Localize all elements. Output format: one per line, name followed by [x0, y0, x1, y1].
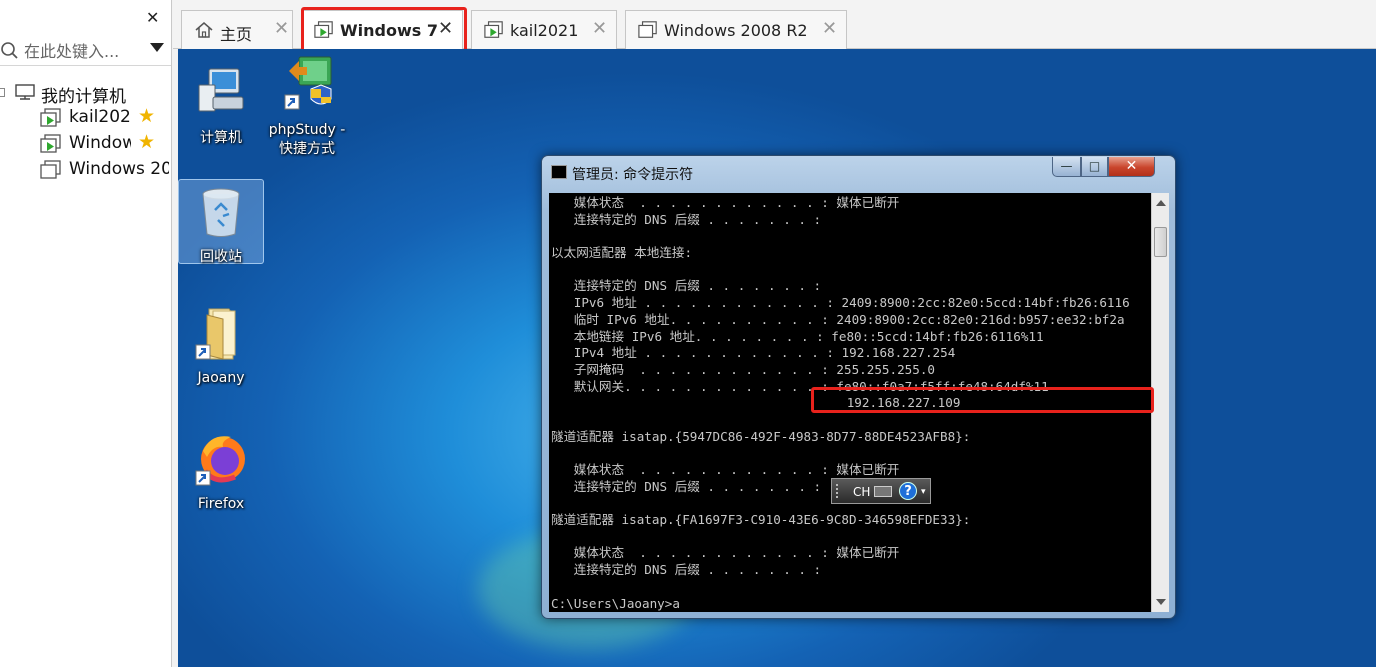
tab-close-button[interactable]: ✕ — [822, 18, 837, 39]
tab-kail2021[interactable]: kail2021 ✕ — [471, 10, 617, 49]
vm-icon — [40, 160, 61, 179]
vm-icon — [638, 21, 657, 38]
folder-icon — [195, 308, 236, 360]
console-line: 隧道适配器 isatap.{FA1697F3-C910-43E6-9C8D-34… — [551, 512, 971, 528]
scroll-up-icon[interactable] — [1156, 200, 1166, 206]
console-line: IPv6 地址 . . . . . . . . . . . . : 2409:8… — [551, 295, 1130, 311]
desktop-icon-label: Firefox — [197, 496, 245, 512]
console-line: C:\Users\Jaoany>a — [551, 595, 680, 611]
desktop-icon-firefox[interactable]: Firefox — [178, 431, 264, 514]
ime-language-bar[interactable]: CH ? ▾ — [831, 478, 931, 504]
console-line: 默认网关. . . . . . . . . . . . . : fe80::f0… — [551, 378, 1049, 394]
console-line: 媒体状态 . . . . . . . . . . . . : 媒体已断开 — [551, 462, 900, 477]
tree-item-kail2021[interactable]: kail2021 ★ — [40, 105, 171, 129]
scroll-down-icon[interactable] — [1156, 599, 1166, 605]
desktop-icon-jaoany[interactable]: Jaoany — [178, 305, 264, 388]
chevron-down-icon[interactable]: ▾ — [921, 487, 926, 497]
grip-icon[interactable] — [836, 484, 842, 498]
search-dropdown-icon[interactable] — [150, 43, 164, 52]
home-icon — [195, 22, 213, 38]
desktop-icon-computer[interactable]: 计算机 — [178, 65, 264, 148]
tab-label: kail2021 — [510, 21, 579, 40]
tree-item-label: kail2021 — [69, 107, 131, 127]
star-icon[interactable]: ★ — [138, 105, 155, 127]
console-line: 媒体状态 . . . . . . . . . . . . : 媒体已断开 — [551, 195, 900, 210]
computer-icon — [198, 68, 244, 112]
computer-icon — [15, 84, 35, 100]
desktop-icon-recycle-bin[interactable]: 回收站 — [178, 179, 264, 265]
console-area[interactable]: 媒体状态 . . . . . . . . . . . . : 媒体已断开 连接特… — [549, 193, 1169, 612]
console-output: 媒体状态 . . . . . . . . . . . . : 媒体已断开 连接特… — [551, 195, 1147, 612]
desktop-icon-label: 计算机 — [200, 130, 242, 146]
window-title: 管理员: 命令提示符 — [572, 167, 694, 183]
console-line: 临时 IPv6 地址. . . . . . . . . . : 2409:890… — [551, 311, 1125, 327]
console-line: 192.168.227.109 — [551, 395, 961, 411]
console-line: 子网掩码 . . . . . . . . . . . . : 255.255.2… — [551, 361, 935, 377]
tree-item-label: Windows 2008 R2 — [69, 159, 169, 179]
firefox-icon — [195, 436, 245, 486]
console-line: 连接特定的 DNS 后缀 . . . . . . . : — [551, 278, 822, 294]
guest-desktop: 计算机 phpStudy - 快捷方式 回收站 Jaoany Firefox 管… — [178, 49, 1376, 667]
tab-label: Windows 2008 R2 — [664, 21, 808, 40]
desktop-icon-label: 回收站 — [200, 249, 242, 265]
search-input[interactable] — [24, 39, 144, 63]
desktop-icon-phpstudy[interactable]: phpStudy - 快捷方式 — [264, 53, 350, 159]
desktop-icon-label: Jaoany — [197, 370, 245, 386]
tab-label: 主页 — [220, 25, 253, 44]
phpstudy-icon — [284, 56, 332, 110]
library-search — [0, 36, 171, 66]
vm-running-icon — [314, 21, 333, 38]
console-line: 媒体状态 . . . . . . . . . . . . : 媒体已断开 — [551, 545, 900, 561]
tree-item-label: 我的计算机 — [41, 87, 126, 104]
minimize-button[interactable]: — — [1052, 157, 1081, 177]
vm-running-icon — [40, 134, 61, 153]
help-icon[interactable]: ? — [899, 482, 917, 500]
tab-windows-7[interactable]: Windows 7 ✕ — [301, 10, 463, 49]
close-button[interactable]: ✕ — [1108, 157, 1155, 177]
cmd-icon — [551, 165, 567, 179]
library-panel: ✕ 我的计算机 kail2021 ★ Windows 7 — [0, 0, 172, 667]
vm-running-icon — [40, 108, 61, 127]
tree-item-windows-2008-r2[interactable]: Windows 2008 R2 — [40, 157, 171, 181]
tab-label: Windows 7 — [340, 21, 438, 40]
keyboard-icon[interactable] — [874, 486, 892, 497]
cmd-window[interactable]: 管理员: 命令提示符 — □ ✕ 媒体状态 . . . . . . . . . … — [541, 155, 1176, 619]
tree-item-my-computer[interactable]: 我的计算机 — [0, 80, 171, 104]
tab-close-button[interactable]: ✕ — [274, 18, 289, 39]
collapse-icon[interactable] — [0, 88, 5, 97]
maximize-button[interactable]: □ — [1081, 157, 1108, 177]
tab-close-button[interactable]: ✕ — [592, 18, 607, 39]
desktop-icon-label: phpStudy - 快捷方式 — [268, 122, 346, 157]
tab-close-button[interactable]: ✕ — [438, 18, 453, 39]
recycle-bin-icon — [202, 188, 240, 237]
star-icon[interactable]: ★ — [138, 131, 155, 153]
console-line: 连接特定的 DNS 后缀 . . . . . . . : — [551, 211, 822, 227]
ime-language-label[interactable]: CH — [853, 485, 870, 499]
console-line: 连接特定的 DNS 后缀 . . . . . . . : — [551, 562, 822, 578]
console-line: 本地链接 IPv6 地址. . . . . . . . : fe80::5ccd… — [551, 328, 1044, 344]
library-close-button[interactable]: ✕ — [146, 8, 159, 27]
tree-item-windows-7[interactable]: Windows 7 ★ — [40, 131, 171, 155]
console-line: IPv4 地址 . . . . . . . . . . . . : 192.16… — [551, 345, 956, 361]
tab-windows-2008-r2[interactable]: Windows 2008 R2 ✕ — [625, 10, 847, 49]
tab-bar: 主页 ✕ Windows 7 ✕ kail2021 ✕ Windows 2008… — [173, 0, 1376, 49]
scroll-thumb[interactable] — [1154, 227, 1167, 257]
scrollbar[interactable] — [1151, 193, 1169, 612]
tree-item-label: Windows 7 — [69, 133, 131, 153]
console-line: 隧道适配器 isatap.{5947DC86-492F-4983-8D77-88… — [551, 428, 971, 444]
vm-running-icon — [484, 21, 503, 38]
console-line: 以太网适配器 本地连接: — [551, 245, 693, 261]
tab-home[interactable]: 主页 ✕ — [181, 10, 293, 49]
search-icon — [1, 42, 18, 59]
